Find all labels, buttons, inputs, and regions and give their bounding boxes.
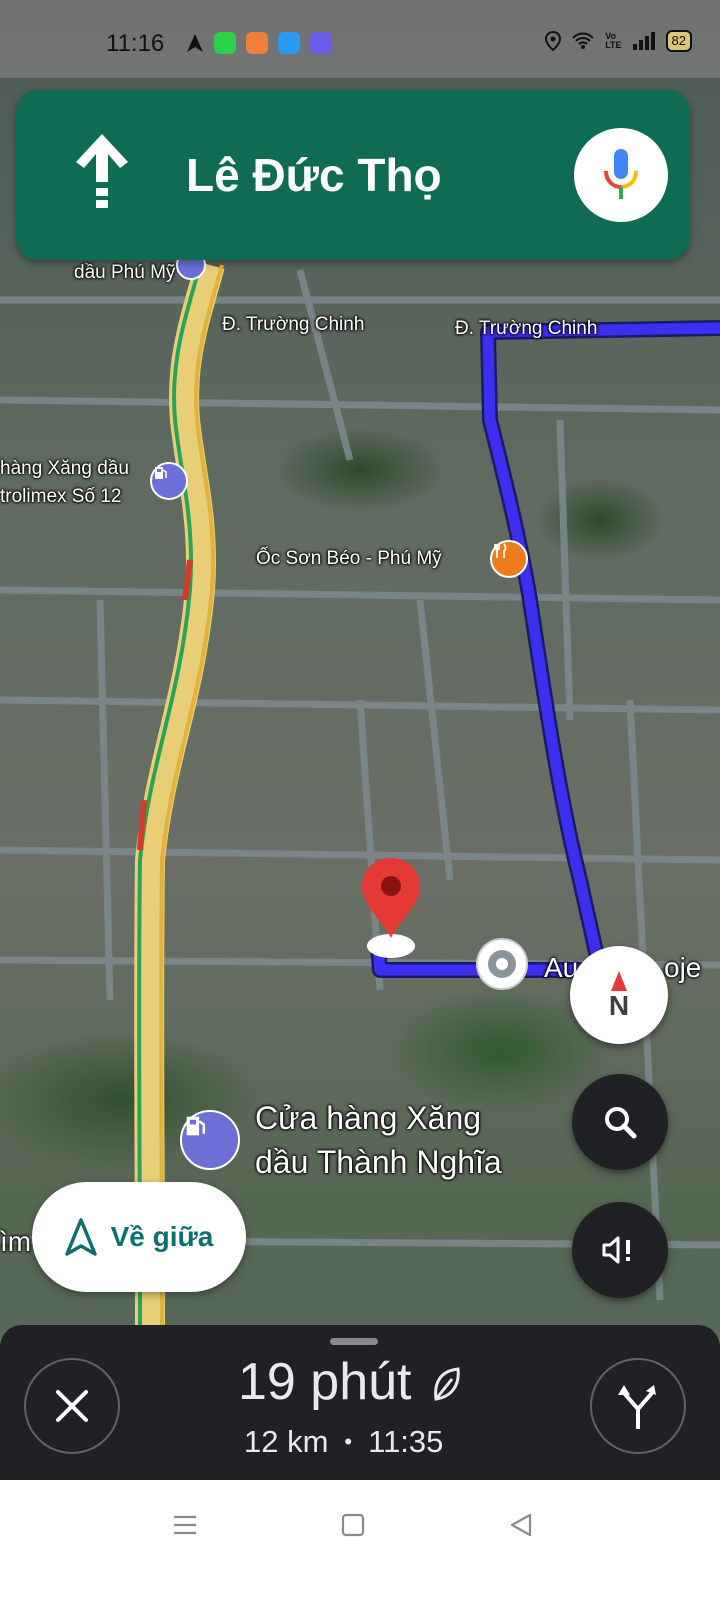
search-button[interactable] [572, 1074, 668, 1170]
road-label: Đ. Trường Chinh [455, 318, 598, 339]
duration-text: 19 phút [238, 1353, 412, 1411]
poi-label[interactable]: dầu Thành Nghĩa [255, 1144, 502, 1181]
system-navigation-bar [0, 1480, 720, 1600]
gas-station-icon[interactable] [180, 1110, 240, 1170]
next-street-name: Lê Đức Thọ [186, 149, 442, 201]
trip-duration: 19 phút [238, 1352, 464, 1412]
app-icon [246, 32, 268, 54]
search-icon [605, 1107, 637, 1139]
arrival-time: 11:35 [368, 1424, 444, 1459]
straight-arrow-icon [76, 134, 128, 208]
microphone-icon [604, 149, 638, 199]
eco-leaf-icon [434, 1367, 460, 1401]
app-icon [310, 32, 332, 54]
compass-needle-icon [610, 971, 627, 991]
exit-navigation-button[interactable] [24, 1358, 120, 1454]
compass-button[interactable]: N [570, 946, 668, 1044]
status-bar: 11:16 Vo LTE 82 [0, 0, 720, 78]
close-icon [56, 1390, 88, 1422]
poi-label[interactable]: Cửa hàng Xăng [255, 1100, 481, 1137]
status-time: 11:16 [106, 30, 165, 57]
alternate-routes-button[interactable] [590, 1358, 686, 1454]
navigation-arrow-icon [64, 1218, 97, 1256]
recenter-label: Về giữa [110, 1221, 214, 1252]
destination-label[interactable]: oje [664, 952, 701, 984]
wifi-icon [572, 32, 594, 49]
separator-dot: • [344, 1429, 353, 1454]
gas-station-icon[interactable] [150, 462, 188, 500]
poi-label[interactable]: Ốc Sơn Béo - Phú Mỹ [256, 548, 442, 570]
sound-alert-button[interactable] [572, 1202, 668, 1298]
system-icons: Vo LTE 82 [545, 30, 692, 52]
navigation-arrow-icon [187, 34, 203, 52]
destination-pin-icon[interactable] [360, 856, 422, 960]
poi-label[interactable]: hàng Xăng dầu [0, 458, 129, 480]
speaker-alert-icon [602, 1236, 630, 1264]
app-icon [214, 32, 236, 54]
volte-indicator: Vo LTE [605, 31, 622, 50]
sheet-drag-handle[interactable] [330, 1338, 378, 1345]
recent-apps-icon[interactable] [172, 1512, 198, 1538]
home-icon[interactable] [340, 1512, 366, 1538]
battery-level: 82 [665, 30, 692, 52]
compass-label: N [608, 990, 630, 1021]
route-fork-icon [618, 1385, 656, 1429]
recenter-button[interactable]: Về giữa [32, 1182, 246, 1292]
voice-search-button[interactable] [574, 128, 668, 222]
poi-label[interactable]: trolimex Số 12 [0, 486, 121, 508]
road-label: Đ. Trường Chinh [222, 314, 365, 335]
notification-icons [186, 32, 332, 54]
location-icon [545, 31, 562, 51]
signal-icon [632, 32, 655, 50]
restaurant-icon[interactable] [490, 540, 528, 578]
map-label: ìm [0, 1226, 32, 1257]
app-icon [278, 32, 300, 54]
trip-distance: 12 km [244, 1424, 329, 1459]
trip-details: 12 km • 11:35 [244, 1424, 443, 1460]
back-icon[interactable] [508, 1512, 534, 1538]
current-location-icon [476, 938, 528, 990]
poi-label[interactable]: dầu Phú Mỹ [74, 262, 175, 284]
